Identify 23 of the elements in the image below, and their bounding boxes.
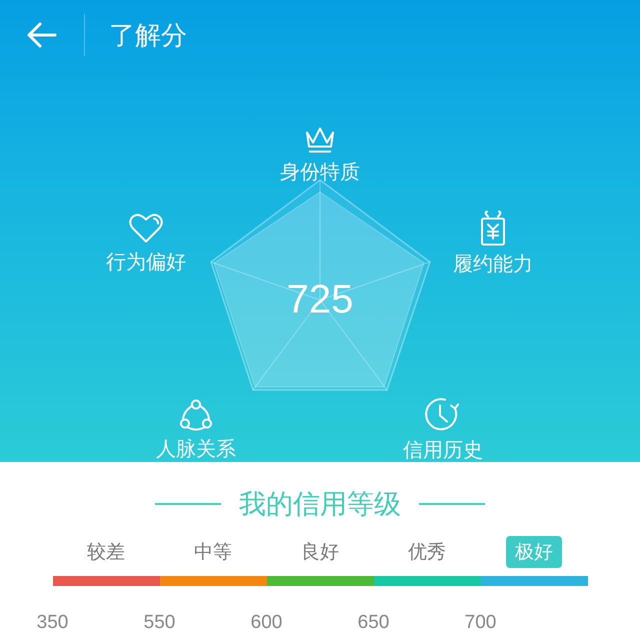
score-tick: 650 [358,612,390,634]
network-icon [178,398,214,432]
score-tick: 600 [250,612,282,634]
credit-score: 725 [286,278,354,322]
score-tick: 700 [464,612,496,634]
score-tick: 550 [144,612,176,634]
level-label: 优秀 [407,540,447,565]
level-label: 中等 [193,540,233,565]
level-label: 良好 [300,540,340,565]
clock-icon [425,396,461,432]
heart-icon [128,212,164,244]
dimension-label: 行为偏好 [106,248,186,276]
dimension-label: 人脉关系 [156,436,236,462]
section-title: 我的信用等级 [239,488,401,522]
yuan-bill-icon [478,210,508,246]
dimension-label: 信用历史 [403,436,483,464]
page-title: 了解分 [109,20,187,52]
dimension-label: 履约能力 [453,250,533,278]
score-tick: 350 [36,612,68,634]
crown-icon [303,124,337,154]
dimension-label: 身份特质 [280,158,360,186]
level-label: 较差 [86,540,126,565]
level-badge: 极好 [506,536,562,568]
